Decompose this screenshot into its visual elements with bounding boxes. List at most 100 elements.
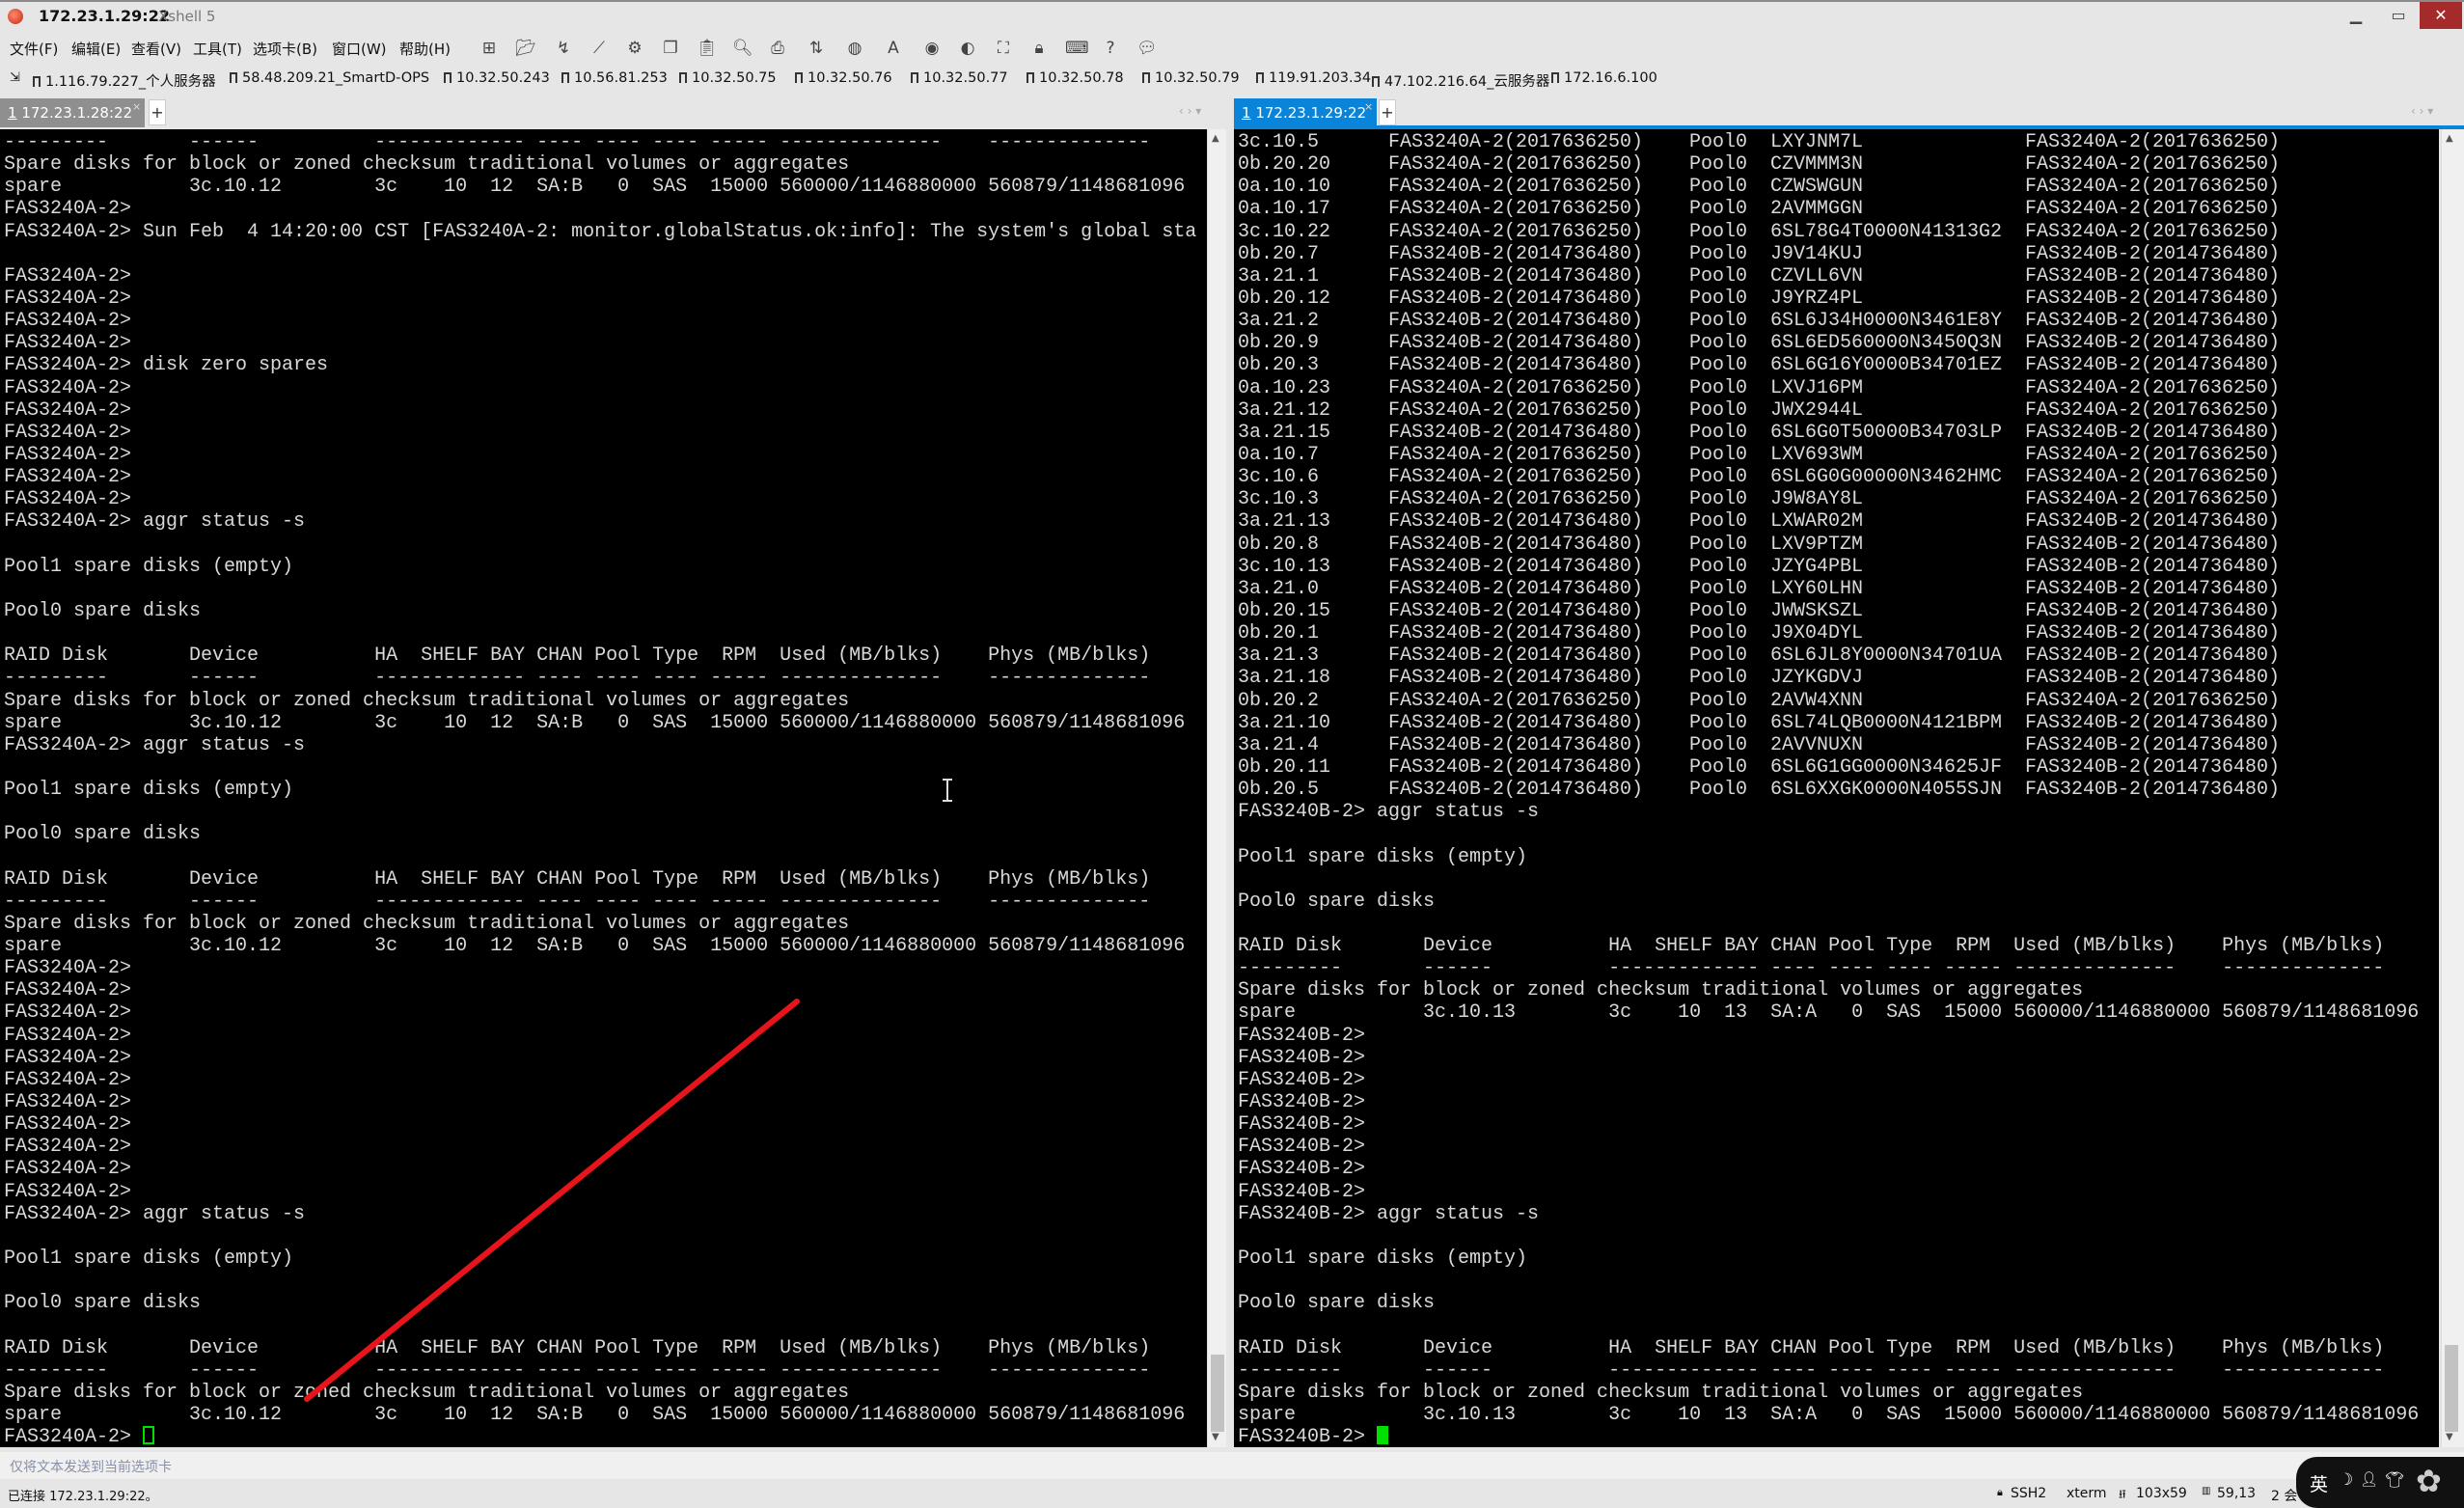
bookmark-item[interactable]: 10.32.50.75 xyxy=(679,70,777,86)
reconnect-icon[interactable]: ↯ xyxy=(554,39,573,58)
tab-close-icon[interactable]: × xyxy=(1364,93,1373,122)
moon-icon[interactable]: ☽ xyxy=(2339,1470,2353,1490)
skin-shirt-icon[interactable]: 👕︎ xyxy=(2385,1470,2404,1489)
disk-home: FAS3240B-2(2014736480) xyxy=(2025,577,2281,600)
bookmark-label: 10.32.50.76 xyxy=(808,70,892,86)
bookmark-manager-icon[interactable]: ⇲ xyxy=(10,70,20,85)
bookmark-item[interactable]: 172.16.6.100 xyxy=(1551,70,1657,86)
user-icon[interactable]: 👤︎ xyxy=(2360,1470,2378,1488)
scroll-down-icon[interactable]: ▼ xyxy=(1212,1432,1219,1442)
terminal-line-text: --------- ------ ------------- ---- ----… xyxy=(1238,957,2385,980)
terminal-type: xterm xyxy=(2067,1486,2107,1501)
ime-mode[interactable]: 英 xyxy=(2310,1470,2328,1496)
terminal-line: FAS3240A-2> xyxy=(4,288,1196,310)
menu-edit[interactable]: 编辑(E) xyxy=(71,39,121,59)
fullscreen-icon[interactable]: ⛶ xyxy=(994,39,1013,58)
terminal-line-text: RAID Disk Device HA SHELF BAY CHAN Pool … xyxy=(4,644,1151,668)
terminal-cursor xyxy=(143,1426,155,1445)
disk-row: 3a.21.4 FAS3240B-2(2014736480) Pool0 2AVVNU… xyxy=(1238,734,2419,756)
maximize-button[interactable]: ▭ xyxy=(2377,2,2420,29)
bookmark-item[interactable]: 58.48.209.21_SmartD-OPS xyxy=(230,70,429,86)
disk-home: FAS3240A-2(2017636250) xyxy=(2025,488,2281,511)
disk-name: 0a.10.17 xyxy=(1238,198,1331,221)
transfer-icon[interactable]: ⇅ xyxy=(807,39,826,58)
new-session-icon[interactable]: ⊞ xyxy=(479,39,499,58)
globe-icon[interactable]: ◍ xyxy=(845,39,864,58)
disk-pool: Pool0 xyxy=(1689,376,1748,399)
menu-tools[interactable]: 工具(T) xyxy=(193,39,242,59)
tab-scroll-arrows-icon[interactable]: ‹ › ▾ xyxy=(1179,104,1201,118)
disk-row: 3a.21.0 FAS3240B-2(2014736480) Pool0 LXY60L… xyxy=(1238,578,2419,600)
lock-icon[interactable]: 🔒︎ xyxy=(1029,39,1049,58)
scroll-up-icon[interactable]: ▲ xyxy=(2446,133,2453,144)
menu-file[interactable]: 文件(F) xyxy=(10,39,58,59)
bookmark-item[interactable]: 10.56.81.253 xyxy=(561,70,668,86)
disconnect-icon[interactable]: ⟋ xyxy=(589,39,609,58)
bookmark-label: 172.16.6.100 xyxy=(1564,70,1657,86)
right-terminal[interactable]: 3c.10.5 FAS3240A-2(2017636250) Pool0 LXYJNM… xyxy=(1234,129,2439,1447)
help-icon[interactable]: ? xyxy=(1101,39,1120,58)
menu-window[interactable]: 窗口(W) xyxy=(332,39,387,59)
xftp-icon[interactable]: ◉ xyxy=(922,39,942,58)
bookmark-item[interactable]: 1.116.79.227_个人服务器 xyxy=(33,70,216,91)
keyboard-icon[interactable]: ⌨ xyxy=(1065,39,1089,58)
open-folder-icon[interactable]: 📂︎ xyxy=(515,39,536,58)
scroll-thumb[interactable] xyxy=(2445,1345,2458,1432)
chat-icon[interactable]: 💬︎ xyxy=(1136,39,1158,58)
terminal-line: --------- ------ ------------- ---- ----… xyxy=(1238,957,2419,979)
copy-icon[interactable]: ❐ xyxy=(661,39,680,58)
bookmark-item[interactable]: 119.91.203.34 xyxy=(1256,70,1371,86)
minimize-button[interactable]: ▁ xyxy=(2335,2,2377,29)
scroll-up-icon[interactable]: ▲ xyxy=(1212,133,1219,144)
disk-owner: FAS3240B-2(2014736480) xyxy=(1388,644,1644,668)
terminal-line: FAS3240B-2> xyxy=(1238,1025,2419,1047)
disk-home: FAS3240B-2(2014736480) xyxy=(2025,644,2281,668)
ime-toolbar[interactable]: 英 ☽ 👤︎ 👕︎ ✿ xyxy=(2296,1457,2464,1508)
bookmark-item[interactable]: 47.102.216.64_云服务器 xyxy=(1372,70,1549,91)
tab-172-23-1-28[interactable]: 1 172.23.1.28:22 × xyxy=(0,98,145,127)
left-scrollbar[interactable]: ▲ ▼ xyxy=(1207,129,1226,1447)
add-tab-button[interactable]: + xyxy=(1379,99,1396,125)
terminal-line-text: spare 3c.10.12 3c 10 12 SA:B 0 SAS 15000… xyxy=(4,711,1186,734)
properties-icon[interactable]: ⚙ xyxy=(625,39,644,58)
compose-bar[interactable]: 仅将文本发送到当前选项卡 xyxy=(0,1452,2464,1479)
bookmark-item[interactable]: 10.32.50.79 xyxy=(1142,70,1240,86)
paste-icon[interactable]: 📋︎ xyxy=(697,39,718,58)
disk-home: FAS3240B-2(2014736480) xyxy=(2025,242,2281,265)
scroll-thumb[interactable] xyxy=(1211,1355,1224,1432)
print-icon[interactable]: ⎙ xyxy=(768,39,787,58)
bookmark-item[interactable]: 10.32.50.77 xyxy=(911,70,1008,86)
bookmark-item[interactable]: 10.32.50.78 xyxy=(1027,70,1124,86)
disk-serial: 6SL6JL8Y0000N34701UA xyxy=(1770,644,2003,668)
right-scrollbar[interactable]: ▲ ▼ xyxy=(2441,129,2464,1447)
terminal-line: FAS3240A-2> xyxy=(4,488,1196,510)
font-icon[interactable]: A xyxy=(884,39,903,58)
tab-172-23-1-29[interactable]: 1 172.23.1.29:22 × xyxy=(1234,98,1377,127)
disk-owner: FAS3240B-2(2014736480) xyxy=(1388,755,1644,779)
bookmark-item[interactable]: 10.32.50.76 xyxy=(795,70,892,86)
tab-scroll-arrows-icon[interactable]: ‹ › ▾ xyxy=(2411,104,2433,118)
find-icon[interactable]: 🔍︎ xyxy=(732,39,753,58)
disk-name: 3a.21.4 xyxy=(1238,733,1320,756)
terminal-line: --------- ------ ------------- ---- ----… xyxy=(4,667,1196,689)
terminal-line-text: Spare disks for block or zoned checksum … xyxy=(1238,979,2084,1002)
menu-help[interactable]: 帮助(H) xyxy=(399,39,451,59)
left-terminal[interactable]: --------- ------ ------------- ---- ----… xyxy=(0,129,1207,1447)
disk-owner: FAS3240B-2(2014736480) xyxy=(1388,779,1644,802)
disk-pool: Pool0 xyxy=(1689,242,1748,265)
terminal-line-text: FAS3240A-2> xyxy=(4,421,132,444)
xmanager-icon[interactable]: ◐ xyxy=(958,39,977,58)
add-tab-button[interactable]: + xyxy=(149,99,166,125)
close-button[interactable]: ✕ xyxy=(2420,2,2462,29)
terminal-line-text: FAS3240A-2> xyxy=(4,310,132,333)
tab-close-icon[interactable]: × xyxy=(132,93,141,122)
bookmark-item[interactable]: 10.32.50.243 xyxy=(444,70,550,86)
compose-bar-placeholder: 仅将文本发送到当前选项卡 xyxy=(10,1460,172,1475)
terminal-line-text: FAS3240A-2> aggr status -s xyxy=(4,733,306,756)
terminal-line: FAS3240A-2> xyxy=(4,979,1196,1001)
terminal-line-text: Pool1 spare disks (empty) xyxy=(4,1248,294,1271)
scroll-down-icon[interactable]: ▼ xyxy=(2446,1432,2453,1442)
menu-view[interactable]: 查看(V) xyxy=(131,39,181,59)
menu-tabs[interactable]: 选项卡(B) xyxy=(253,39,317,59)
